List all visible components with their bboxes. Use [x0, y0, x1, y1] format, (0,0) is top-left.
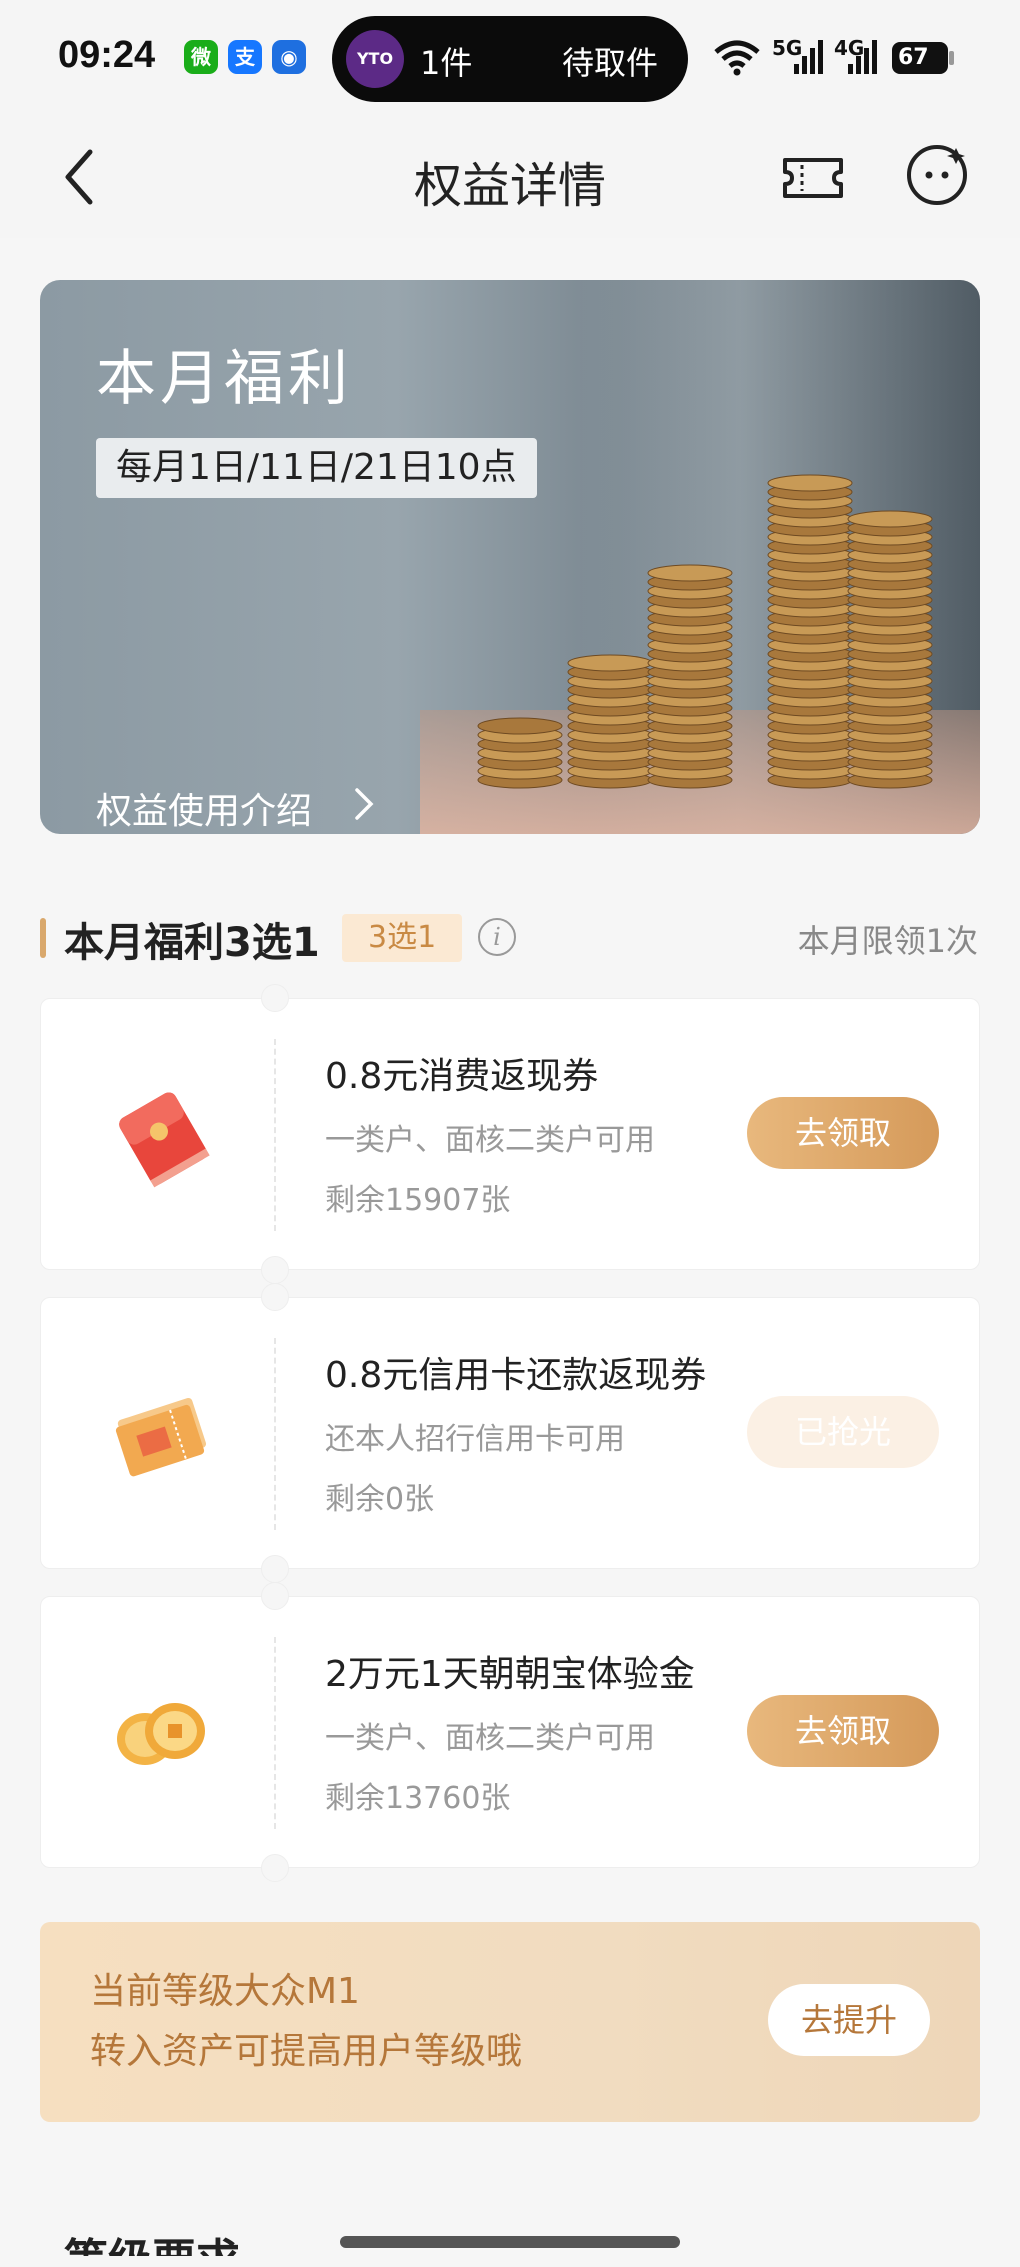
gold-coin-icon [117, 1703, 205, 1765]
upgrade-button[interactable]: 去提升 [768, 1984, 930, 2056]
home-indicator[interactable] [340, 2236, 680, 2248]
signal-4g-icon [848, 40, 877, 74]
coupon-card: 0.8元信用卡还款返现券 还本人招行信用卡可用 剩余0张 已抢光 [40, 1283, 980, 1583]
dynamic-island-delivery[interactable]: YTO 1件 待取件 [332, 16, 688, 102]
section-title: 本月福利3选1 [64, 920, 320, 966]
coupon-remaining: 剩余0张 [325, 1482, 435, 1517]
main-content: 本月福利 每月1日/11日/21日10点 权益使用介绍 本月福利3选1 3选1 … [0, 238, 1020, 2267]
claim-limit-text: 本月限领1次 [797, 922, 978, 960]
coupon-desc: 一类户、面核二类户可用 [325, 1123, 655, 1158]
next-section-title: 等级要求 [64, 2224, 240, 2256]
section-tag: 3选1 [342, 914, 463, 962]
coupon-card: 2万元1天朝朝宝体验金 一类户、面核二类户可用 剩余13760张 去领取 [40, 1582, 980, 1882]
nav-bar: 权益详情 [0, 120, 1020, 238]
coupon-name: 0.8元消费返现券 [325, 1056, 599, 1097]
coupon-card: 0.8元消费返现券 一类户、面核二类户可用 剩余15907张 去领取 [40, 984, 980, 1284]
member-level-card: 当前等级大众M1 转入资产可提高用户等级哦 去提升 [40, 1922, 980, 2122]
signal-5g-icon [794, 40, 823, 74]
section-accent-bar [40, 918, 46, 958]
sold-out-button[interactable]: 已抢光 [747, 1396, 939, 1468]
parcel-status: 待取件 [561, 44, 658, 82]
alipay-icon: 支 [228, 40, 262, 74]
page-title: 权益详情 [413, 158, 606, 214]
coupon-desc: 一类户、面核二类户可用 [325, 1721, 655, 1756]
coupon-ticket-icon [115, 1397, 207, 1477]
parcel-count: 1件 [420, 44, 473, 82]
bot-icon: ◉ [272, 40, 306, 74]
ticket-icon[interactable] [780, 150, 846, 206]
coupon-name: 0.8元信用卡还款返现券 [325, 1355, 707, 1396]
usage-intro-link[interactable]: 权益使用介绍 [96, 782, 312, 834]
customer-service-icon[interactable] [904, 142, 970, 208]
red-envelope-icon [119, 1092, 210, 1188]
level-hint-text: 转入资产可提高用户等级哦 [90, 2031, 523, 2072]
coupon-remaining: 剩余15907张 [325, 1183, 511, 1218]
claim-button[interactable]: 去领取 [747, 1695, 939, 1767]
coupon-name: 2万元1天朝朝宝体验金 [325, 1654, 695, 1695]
status-bar: 09:24 微 支 ◉ YTO 1件 待取件 5G 4G 67 [0, 0, 1020, 120]
coupon-remaining: 剩余13760张 [325, 1781, 511, 1816]
chevron-right-icon [355, 788, 374, 820]
claim-button[interactable]: 去领取 [747, 1097, 939, 1169]
wifi-icon [714, 40, 760, 76]
banner-title: 本月福利 [96, 344, 352, 414]
wechat-icon: 微 [184, 40, 218, 74]
monthly-benefit-banner[interactable]: 本月福利 每月1日/11日/21日10点 权益使用介绍 [40, 280, 980, 834]
clock: 09:24 [58, 34, 156, 76]
courier-logo: YTO [346, 30, 404, 88]
coupon-desc: 还本人招行信用卡可用 [325, 1422, 625, 1457]
battery-icon: 67 [892, 42, 954, 74]
current-level-text: 当前等级大众M1 [90, 1971, 360, 2012]
next-section-header: 等级要求 [40, 2216, 320, 2256]
banner-date: 每月1日/11日/21日10点 [96, 438, 537, 498]
info-icon[interactable]: i [478, 918, 516, 956]
